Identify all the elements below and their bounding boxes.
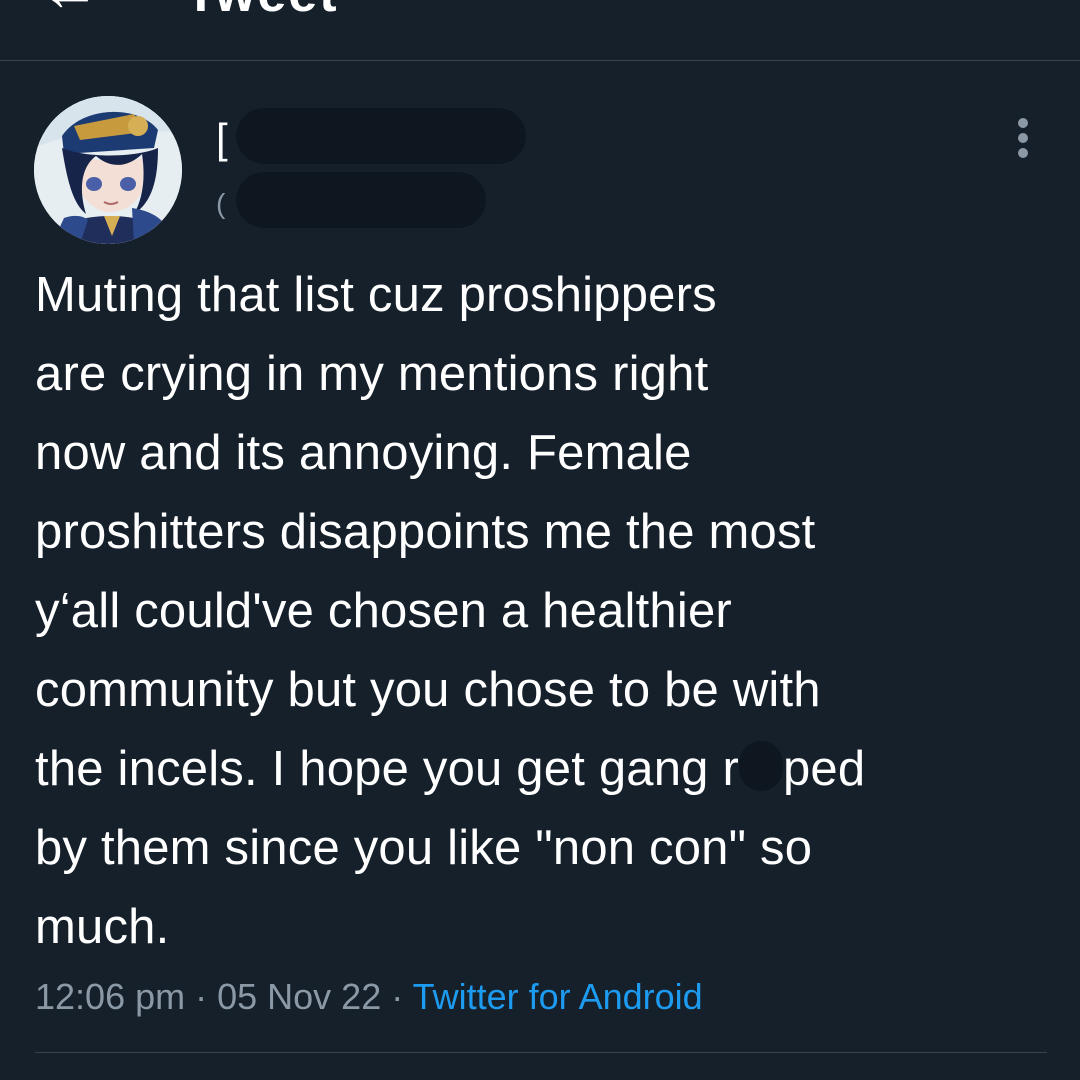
tweet-line-redacted: the incels. I hope you get gang r ped: [35, 730, 1045, 809]
tweet-meta: 12:06 pm · 05 Nov 22 · Twitter for Andro…: [35, 972, 703, 1022]
author-handle[interactable]: (: [216, 188, 225, 220]
tweet-line: now and its annoying. Female: [35, 426, 692, 480]
tweet-line: community but you chose to be with: [35, 663, 821, 717]
author-name[interactable]: [: [216, 118, 228, 160]
tweet-time[interactable]: 12:06 pm: [35, 976, 185, 1017]
tweet-screen: ← Tweet [ ( Muting that list cuz pros: [0, 0, 1080, 1080]
tweet-line-part: the incels. I hope you get gang r: [35, 742, 739, 796]
anime-character-avatar-icon: [34, 96, 182, 244]
tweet-source-link[interactable]: Twitter for Android: [413, 976, 703, 1017]
more-vertical-icon[interactable]: [1006, 118, 1042, 158]
tweet-line-part: ped: [782, 742, 866, 796]
top-bar: ← Tweet: [0, 0, 1080, 61]
meta-separator: ·: [185, 976, 218, 1017]
tweet-line: by them since you like "non con" so: [35, 821, 813, 875]
tweet-date[interactable]: 05 Nov 22: [217, 976, 381, 1017]
tweet-line: much.: [35, 900, 170, 954]
page-title: Tweet: [185, 0, 339, 20]
arrow-left-icon[interactable]: ←: [40, 0, 100, 20]
author-handle-redaction: [236, 172, 486, 228]
author-name-redaction: [236, 108, 526, 164]
tweet-line: are crying in my mentions right: [35, 347, 709, 401]
meta-separator: ·: [381, 976, 413, 1017]
tweet-line: y‘all could've chosen a healthier: [35, 584, 732, 638]
avatar[interactable]: [34, 96, 182, 244]
word-redaction: [738, 741, 783, 791]
tweet-text: Muting that list cuz proshippers are cry…: [35, 256, 1045, 967]
divider: [35, 1052, 1047, 1053]
tweet-line: proshitters disappoints me the most: [35, 505, 816, 559]
tweet-line: Muting that list cuz proshippers: [35, 268, 717, 322]
